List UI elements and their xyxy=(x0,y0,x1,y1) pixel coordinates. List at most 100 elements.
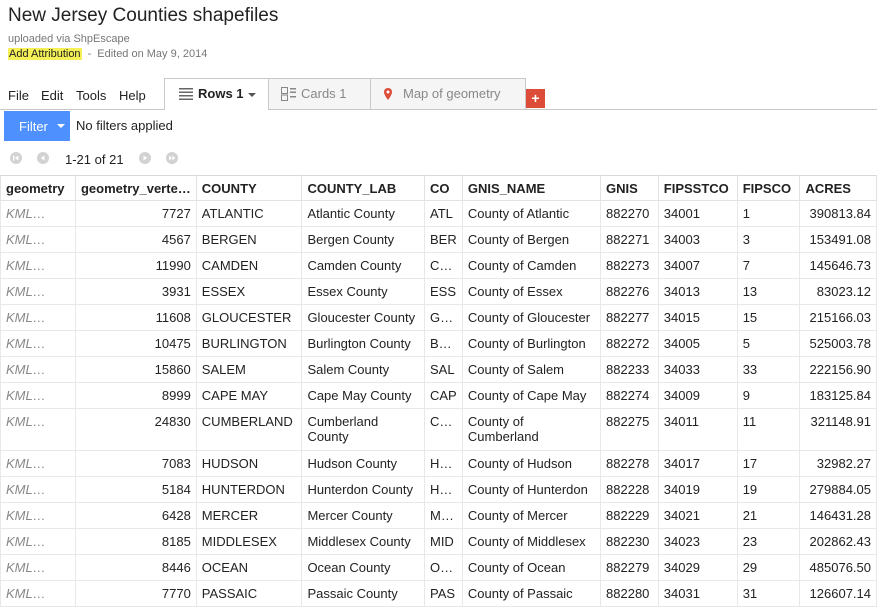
table-cell[interactable]: 24830 xyxy=(74,408,197,451)
table-cell[interactable]: SALEM xyxy=(195,356,303,383)
table-cell[interactable]: 882273 xyxy=(600,252,659,279)
last-page-icon[interactable] xyxy=(166,152,178,164)
table-cell[interactable]: CUMBERLAND xyxy=(195,408,303,451)
table-cell[interactable]: O… xyxy=(423,554,463,581)
table-cell[interactable]: BER xyxy=(423,226,463,253)
table-cell[interactable]: Essex County xyxy=(301,278,425,305)
table-cell[interactable]: CAP xyxy=(423,382,463,409)
table-cell[interactable]: County of Essex xyxy=(461,278,602,305)
table-cell[interactable]: KML… xyxy=(0,580,76,607)
table-cell[interactable]: County of Gloucester xyxy=(461,304,602,331)
table-cell[interactable]: 34023 xyxy=(657,528,738,555)
table-cell[interactable]: 7 xyxy=(736,252,801,279)
table-cell[interactable]: 882278 xyxy=(600,450,659,477)
table-cell[interactable]: 32982.27 xyxy=(799,450,877,477)
column-header[interactable]: geometry xyxy=(0,175,76,201)
table-cell[interactable]: 882276 xyxy=(600,278,659,305)
table-cell[interactable]: Atlantic County xyxy=(301,200,425,227)
table-row[interactable]: KML… 3931 ESSEX Essex County ESS County of Es… xyxy=(0,278,877,305)
table-cell[interactable]: Mercer County xyxy=(301,502,425,529)
table-cell[interactable]: M… xyxy=(423,502,463,529)
table-cell[interactable]: 882271 xyxy=(600,226,659,253)
table-cell[interactable]: KML… xyxy=(0,330,76,357)
table-row[interactable]: KML… 7083 HUDSON Hudson County H… County of H… xyxy=(0,450,877,477)
table-cell[interactable]: CAPE MAY xyxy=(195,382,303,409)
table-cell[interactable]: Cape May County xyxy=(301,382,425,409)
table-cell[interactable]: 4567 xyxy=(74,226,197,253)
table-cell[interactable]: 34029 xyxy=(657,554,738,581)
table-cell[interactable]: 17 xyxy=(736,450,801,477)
table-cell[interactable]: 882270 xyxy=(600,200,659,227)
table-cell[interactable]: 34019 xyxy=(657,476,738,503)
table-cell[interactable]: County of Mercer xyxy=(461,502,602,529)
chevron-down-icon[interactable] xyxy=(248,93,256,97)
column-header[interactable]: FIPSSTCO xyxy=(657,175,738,201)
table-cell[interactable]: C… xyxy=(423,408,463,451)
table-cell[interactable]: ESSEX xyxy=(195,278,303,305)
table-cell[interactable]: PASSAIC xyxy=(195,580,303,607)
column-header[interactable]: FIPSCO xyxy=(736,175,801,201)
menu-file[interactable]: File xyxy=(8,88,29,103)
table-cell[interactable]: KML… xyxy=(0,502,76,529)
table-cell[interactable]: 153491.08 xyxy=(799,226,877,253)
table-cell[interactable]: 21 xyxy=(736,502,801,529)
table-cell[interactable]: County of Salem xyxy=(461,356,602,383)
table-cell[interactable]: 8185 xyxy=(74,528,197,555)
table-cell[interactable]: 485076.50 xyxy=(799,554,877,581)
table-cell[interactable]: 8999 xyxy=(74,382,197,409)
table-cell[interactable]: GLOUCESTER xyxy=(195,304,303,331)
table-cell[interactable]: 10475 xyxy=(74,330,197,357)
column-header[interactable]: GNIS xyxy=(600,175,659,201)
table-cell[interactable]: 202862.43 xyxy=(799,528,877,555)
table-cell[interactable]: 83023.12 xyxy=(799,278,877,305)
table-row[interactable]: KML… 7770 PASSAIC Passaic County PAS County o… xyxy=(0,580,877,607)
table-cell[interactable]: 882228 xyxy=(600,476,659,503)
table-cell[interactable]: KML… xyxy=(0,200,76,227)
table-row[interactable]: KML… 8185 MIDDLESEX Middlesex County MID Coun… xyxy=(0,528,877,555)
table-cell[interactable]: 882233 xyxy=(600,356,659,383)
table-cell[interactable]: 146431.28 xyxy=(799,502,877,529)
table-cell[interactable]: 882275 xyxy=(600,408,659,451)
table-cell[interactable]: 34011 xyxy=(657,408,738,451)
table-cell[interactable]: MID xyxy=(423,528,463,555)
table-cell[interactable]: 882280 xyxy=(600,580,659,607)
table-cell[interactable]: 1 xyxy=(736,200,801,227)
column-header[interactable]: COUNTY_LAB xyxy=(301,175,425,201)
table-row[interactable]: KML… 8999 CAPE MAY Cape May County CAP County… xyxy=(0,382,877,409)
table-cell[interactable]: KML… xyxy=(0,226,76,253)
table-cell[interactable]: 183125.84 xyxy=(799,382,877,409)
table-cell[interactable]: KML… xyxy=(0,382,76,409)
table-cell[interactable]: Middlesex County xyxy=(301,528,425,555)
table-cell[interactable]: 7770 xyxy=(74,580,197,607)
table-cell[interactable]: 145646.73 xyxy=(799,252,877,279)
table-cell[interactable]: Bergen County xyxy=(301,226,425,253)
table-cell[interactable]: KML… xyxy=(0,356,76,383)
table-cell[interactable]: HUNTERDON xyxy=(195,476,303,503)
table-cell[interactable]: 29 xyxy=(736,554,801,581)
table-cell[interactable]: 321148.91 xyxy=(799,408,877,451)
table-cell[interactable]: 34001 xyxy=(657,200,738,227)
table-cell[interactable]: 34017 xyxy=(657,450,738,477)
table-cell[interactable]: 8446 xyxy=(74,554,197,581)
table-cell[interactable]: 11990 xyxy=(74,252,197,279)
column-header[interactable]: COUNTY xyxy=(195,175,303,201)
table-cell[interactable]: Cumberland County xyxy=(301,408,425,451)
table-cell[interactable]: 33 xyxy=(736,356,801,383)
first-page-icon[interactable] xyxy=(10,152,22,164)
table-cell[interactable]: 3 xyxy=(736,226,801,253)
table-cell[interactable]: H… xyxy=(423,476,463,503)
table-cell[interactable]: 390813.84 xyxy=(799,200,877,227)
menu-help[interactable]: Help xyxy=(119,88,146,103)
table-cell[interactable]: 5 xyxy=(736,330,801,357)
column-header[interactable]: geometry_verte… xyxy=(74,175,197,201)
table-cell[interactable]: County of Camden xyxy=(461,252,602,279)
table-cell[interactable]: County of Ocean xyxy=(461,554,602,581)
table-cell[interactable]: 9 xyxy=(736,382,801,409)
table-cell[interactable]: G… xyxy=(423,304,463,331)
table-row[interactable]: KML… 24830 CUMBERLAND Cumberland County C… Co… xyxy=(0,408,877,451)
table-cell[interactable]: 882279 xyxy=(600,554,659,581)
table-cell[interactable]: KML… xyxy=(0,528,76,555)
table-cell[interactable]: 6428 xyxy=(74,502,197,529)
table-cell[interactable]: KML… xyxy=(0,408,76,451)
table-cell[interactable]: BURLINGTON xyxy=(195,330,303,357)
